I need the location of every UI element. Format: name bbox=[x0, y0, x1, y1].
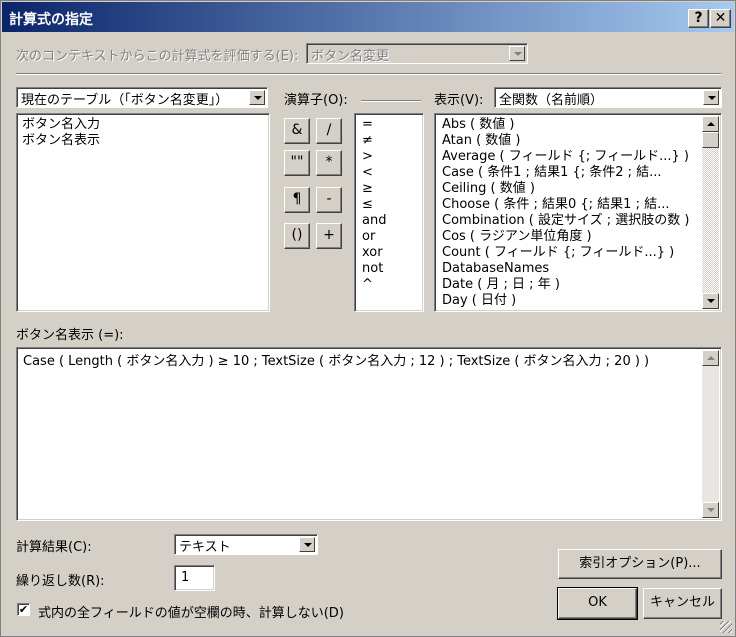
formula-text[interactable]: Case ( Length ( ボタン名入力 ) ≥ 10 ; TextSize… bbox=[23, 353, 695, 371]
cancel-button[interactable]: キャンセル bbox=[643, 588, 722, 619]
operator-list[interactable]: = ≠ > < ≥ ≤ and or xor not ^ bbox=[354, 113, 424, 312]
op-pilcrow-button[interactable]: ¶ bbox=[284, 187, 310, 213]
op-quotes-button[interactable]: "" bbox=[284, 150, 310, 176]
view-select[interactable]: 全関数（名前順） bbox=[494, 87, 722, 108]
repeat-label: 繰り返し数(R): bbox=[16, 574, 105, 589]
scroll-down-icon[interactable] bbox=[702, 502, 719, 518]
result-label: 計算結果(C): bbox=[16, 540, 92, 555]
formula-scrollbar[interactable] bbox=[702, 350, 719, 518]
window-title: 計算式の指定 bbox=[9, 12, 93, 28]
formula-label: ボタン名表示 (=): bbox=[16, 328, 124, 343]
scroll-down-icon[interactable] bbox=[702, 293, 719, 309]
resize-grip-icon[interactable] bbox=[720, 621, 732, 633]
repeat-value[interactable]: 1 bbox=[181, 570, 189, 585]
context-dropdown-icon bbox=[509, 46, 525, 61]
repeat-input[interactable]: 1 bbox=[174, 565, 215, 591]
operators-separator bbox=[361, 100, 421, 102]
operator-item[interactable]: = bbox=[362, 117, 416, 133]
operator-item[interactable]: xor bbox=[362, 245, 416, 261]
table-select-value: 現在のテーブル（「ボタン名変更」） bbox=[21, 93, 229, 108]
function-item[interactable]: Count ( フィールド {; フィールド...} ) bbox=[442, 245, 699, 261]
function-item[interactable]: DatabaseNames bbox=[442, 261, 699, 277]
chevron-down-icon[interactable] bbox=[299, 537, 315, 552]
result-type-value: テキスト bbox=[179, 540, 231, 555]
function-item[interactable]: Case ( 条件1 ; 結果1 {; 条件2 ; 結... bbox=[442, 165, 699, 181]
op-ampersand-button[interactable]: & bbox=[284, 118, 310, 144]
operator-item[interactable]: and bbox=[362, 213, 416, 229]
function-item[interactable]: Average ( フィールド {; フィールド...} ) bbox=[442, 149, 699, 165]
function-item[interactable]: Atan ( 数値 ) bbox=[442, 133, 699, 149]
close-button[interactable]: ✕ bbox=[710, 9, 731, 28]
chevron-down-icon[interactable] bbox=[249, 90, 265, 105]
op-parens-button[interactable]: () bbox=[284, 223, 310, 249]
field-item[interactable]: ボタン名入力 bbox=[22, 117, 264, 133]
result-type-select[interactable]: テキスト bbox=[174, 534, 318, 555]
field-item[interactable]: ボタン名表示 bbox=[22, 133, 264, 149]
function-item[interactable]: Day ( 日付 ) bbox=[442, 293, 699, 309]
chevron-down-icon[interactable] bbox=[703, 90, 719, 105]
scroll-up-icon[interactable] bbox=[702, 350, 719, 366]
function-item[interactable]: Date ( 月 ; 日 ; 年 ) bbox=[442, 277, 699, 293]
operator-item[interactable]: < bbox=[362, 165, 416, 181]
operator-item[interactable]: not bbox=[362, 261, 416, 277]
function-item[interactable]: Choose ( 条件 ; 結果0 {; 結果1 ; 結... bbox=[442, 197, 699, 213]
function-list[interactable]: Abs ( 数値 ) Atan ( 数値 ) Average ( フィールド {… bbox=[434, 113, 722, 312]
operator-item[interactable]: ^ bbox=[362, 277, 416, 293]
table-select[interactable]: 現在のテーブル（「ボタン名変更」） bbox=[16, 87, 268, 108]
skip-empty-label[interactable]: 式内の全フィールドの値が空欄の時、計算しない(D) bbox=[38, 602, 344, 621]
function-item[interactable]: Cos ( ラジアン単位角度 ) bbox=[442, 229, 699, 245]
context-label: 次のコンテキストからこの計算式を評価する(E): bbox=[16, 49, 299, 64]
ok-button[interactable]: OK bbox=[557, 587, 638, 620]
function-item[interactable]: Combination ( 設定サイズ ; 選択肢の数 ) bbox=[442, 213, 699, 229]
view-select-value: 全関数（名前順） bbox=[499, 93, 604, 108]
context-value: ボタン名変更 bbox=[311, 49, 390, 64]
operator-item[interactable]: ≤ bbox=[362, 197, 416, 213]
operator-item[interactable]: ≥ bbox=[362, 181, 416, 197]
operator-item[interactable]: or bbox=[362, 229, 416, 245]
formula-textarea[interactable]: Case ( Length ( ボタン名入力 ) ≥ 10 ; TextSize… bbox=[16, 347, 722, 521]
op-multiply-button[interactable]: * bbox=[316, 150, 342, 176]
calculation-dialog: 計算式の指定 ? ✕ 次のコンテキストからこの計算式を評価する(E): ボタン名… bbox=[0, 0, 736, 637]
scroll-thumb[interactable] bbox=[702, 132, 719, 148]
operator-item[interactable]: ≠ bbox=[362, 133, 416, 149]
op-divide-button[interactable]: / bbox=[316, 118, 342, 144]
help-button[interactable]: ? bbox=[688, 9, 709, 28]
function-item[interactable]: Abs ( 数値 ) bbox=[442, 117, 699, 133]
op-minus-button[interactable]: - bbox=[316, 187, 342, 213]
op-plus-button[interactable]: + bbox=[316, 223, 342, 249]
index-options-button[interactable]: 索引オプション(P)... bbox=[558, 549, 722, 579]
title-bar[interactable]: 計算式の指定 ? ✕ bbox=[2, 2, 734, 32]
scroll-up-icon[interactable] bbox=[702, 116, 719, 132]
operator-item[interactable]: > bbox=[362, 149, 416, 165]
separator bbox=[16, 73, 721, 75]
field-list[interactable]: ボタン名入力 ボタン名表示 bbox=[16, 113, 270, 312]
context-select: ボタン名変更 bbox=[306, 43, 528, 64]
function-item[interactable]: Ceiling ( 数値 ) bbox=[442, 181, 699, 197]
view-label: 表示(V): bbox=[434, 93, 484, 108]
function-list-scrollbar[interactable] bbox=[702, 116, 719, 309]
operators-label: 演算子(O): bbox=[284, 93, 348, 108]
skip-empty-checkbox[interactable]: ✔ bbox=[17, 603, 30, 616]
